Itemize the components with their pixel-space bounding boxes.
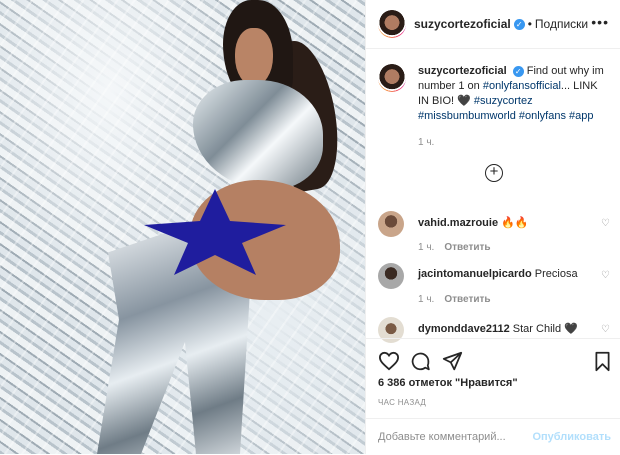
caption-avatar[interactable]	[378, 64, 406, 92]
hashtag-link[interactable]: #missbumbumworld	[418, 110, 516, 122]
comment-input[interactable]: Добавьте комментарий...	[378, 431, 506, 443]
more-options-icon[interactable]: •••	[591, 14, 609, 30]
comment-text: dymonddave2112 Star Child 🖤	[418, 322, 578, 335]
caption-timestamp[interactable]: 1 ч.	[418, 137, 434, 148]
post-time[interactable]: ЧАС НАЗАД	[378, 398, 426, 407]
following-button[interactable]: Подписки	[535, 17, 588, 31]
comment-username[interactable]: vahid.mazrouie	[418, 217, 498, 229]
bookmark-icon[interactable]	[594, 351, 611, 372]
comment-item: jacintomanuelpicardo Preciosa 1 ч. Ответи…	[378, 263, 618, 305]
add-circle-icon[interactable]: +	[485, 164, 503, 182]
publish-button[interactable]: Опубликовать	[532, 431, 611, 443]
comment-username[interactable]: dymonddave2112	[418, 323, 510, 335]
hashtag-link[interactable]: #suzycortez	[474, 95, 533, 107]
post-header: suzycortezoficial ✓ • Подписки •••	[366, 0, 620, 49]
comment-body: Star Child 🖤	[512, 323, 578, 335]
comment-meta: 1 ч. Ответить	[418, 242, 491, 253]
action-bar	[366, 338, 620, 379]
comment-text: jacintomanuelpicardo Preciosa	[418, 268, 578, 280]
caption: suzycortezoficial ✓ Find out why im numb…	[378, 64, 610, 124]
post-sidebar: suzycortezoficial ✓ • Подписки ••• suzyc…	[365, 0, 620, 454]
comment-item: vahid.mazrouie 🔥🔥 1 ч. Ответить ♡	[378, 211, 618, 253]
heart-icon[interactable]: ♡	[601, 324, 610, 335]
hashtag-link[interactable]: #onlyfans	[519, 110, 566, 122]
hashtag-link[interactable]: #app	[569, 110, 593, 122]
avatar[interactable]	[378, 263, 404, 289]
likes-count[interactable]: 6 386 отметок "Нравится"	[378, 377, 518, 389]
author-username[interactable]: suzycortezoficial	[414, 17, 511, 31]
comment-time[interactable]: 1 ч.	[418, 242, 434, 253]
reply-button[interactable]: Ответить	[444, 294, 490, 305]
post-photo[interactable]	[0, 0, 365, 454]
comment-item: dymonddave2112 Star Child 🖤 ♡	[378, 317, 618, 343]
reply-button[interactable]: Ответить	[444, 242, 490, 253]
avatar[interactable]	[378, 10, 406, 38]
comment-time[interactable]: 1 ч.	[418, 294, 434, 305]
verified-badge-icon: ✓	[512, 65, 524, 77]
avatar[interactable]	[378, 211, 404, 237]
separator-dot: •	[527, 17, 532, 31]
verified-badge-icon: ✓	[513, 18, 525, 30]
comment-meta: 1 ч. Ответить	[418, 294, 491, 305]
comment-body: Preciosa	[534, 268, 578, 280]
comment-body: 🔥🔥	[501, 217, 529, 229]
comment-composer: Добавьте комментарий... Опубликовать	[366, 418, 620, 455]
comment-icon[interactable]	[410, 351, 431, 372]
caption-username[interactable]: suzycortezoficial	[418, 65, 507, 77]
caption-text: suzycortezoficial ✓ Find out why im numb…	[418, 64, 610, 124]
censor-star-icon	[144, 189, 286, 275]
comment-username[interactable]: jacintomanuelpicardo	[418, 268, 532, 280]
heart-icon[interactable]: ♡	[601, 270, 610, 281]
hashtag-link[interactable]: #onlyfansofficial	[483, 80, 561, 92]
comment-text: vahid.mazrouie 🔥🔥	[418, 216, 529, 229]
share-icon[interactable]	[442, 351, 463, 372]
heart-icon[interactable]: ♡	[601, 218, 610, 229]
heart-icon[interactable]	[378, 351, 400, 371]
